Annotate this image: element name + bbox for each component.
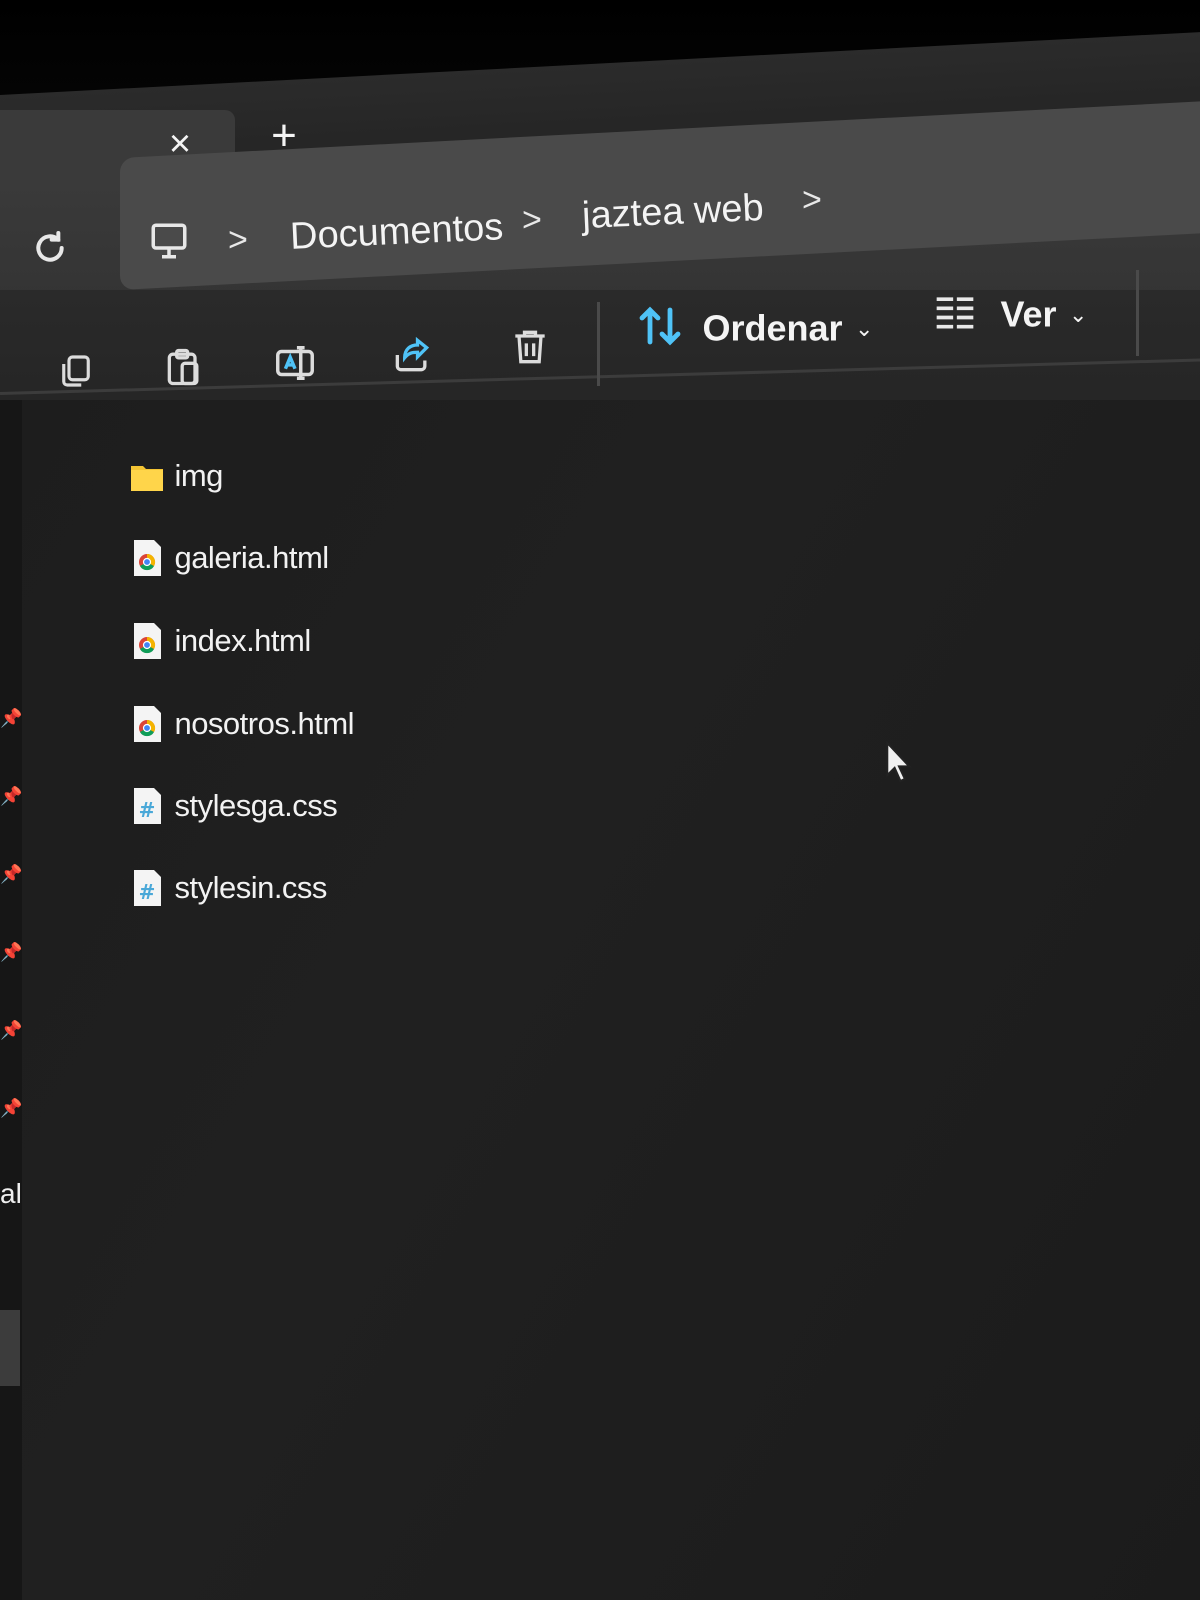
mouse-pointer-icon (884, 740, 914, 784)
svg-text:#: # (139, 880, 156, 904)
pin-icon[interactable]: 📌 (0, 942, 22, 964)
navigation-pane (0, 400, 24, 1600)
navpane-selected-item[interactable] (0, 1310, 20, 1386)
computer-icon[interactable] (148, 220, 192, 264)
folder-icon (130, 456, 164, 496)
list-item[interactable]: img (130, 456, 223, 508)
pin-icon[interactable]: 📌 (0, 786, 22, 808)
chrome-html-icon (130, 621, 164, 661)
chrome-html-icon (130, 704, 164, 744)
list-item[interactable]: index.html (130, 621, 311, 673)
css-file-icon: # (130, 786, 164, 826)
toolbar-separator (597, 302, 600, 386)
pin-icon[interactable]: 📌 (0, 708, 22, 730)
file-name: stylesga.css (174, 788, 338, 823)
file-name: index.html (174, 623, 311, 658)
svg-text:#: # (139, 798, 156, 822)
file-explorer-screen: × + > Documentos > jaztea web > Ordenar … (0, 0, 1200, 1600)
breadcrumb-separator: > (228, 221, 248, 259)
refresh-icon[interactable] (30, 228, 76, 274)
toolbar-separator (1136, 270, 1139, 356)
chrome-html-icon (130, 538, 164, 578)
sort-arrows-icon (636, 302, 684, 355)
list-item[interactable]: galeria.html (130, 538, 329, 590)
file-name: nosotros.html (174, 706, 355, 741)
file-name: stylesin.css (174, 870, 327, 905)
delete-icon[interactable] (508, 325, 558, 375)
breadcrumb-item-jaztea-web[interactable]: jaztea web (581, 186, 764, 238)
breadcrumb-separator: > (522, 201, 542, 239)
chevron-down-icon: ⌄ (854, 315, 874, 341)
sort-label: Ordenar (702, 307, 843, 349)
pin-icon[interactable]: 📌 (0, 864, 22, 886)
view-list-icon (930, 290, 980, 339)
css-file-icon: # (130, 868, 164, 908)
pin-icon[interactable]: 📌 (0, 1020, 22, 1042)
copy-icon[interactable] (55, 350, 105, 400)
file-name: img (174, 458, 223, 493)
breadcrumb-separator[interactable]: > (802, 180, 822, 220)
sort-button[interactable]: Ordenar ⌄ (636, 302, 873, 362)
list-item[interactable]: nosotros.html (130, 704, 355, 756)
pin-icon[interactable]: 📌 (0, 1098, 22, 1120)
list-item[interactable]: # stylesga.css (130, 786, 338, 838)
view-button[interactable]: Ver ⌄ (930, 290, 1087, 350)
list-item[interactable]: # stylesin.css (130, 868, 327, 920)
share-icon[interactable] (390, 333, 440, 383)
file-name: galeria.html (174, 540, 329, 575)
paste-icon[interactable] (162, 345, 212, 395)
view-label: Ver (1000, 293, 1057, 335)
rename-icon[interactable] (272, 340, 322, 390)
chevron-down-icon: ⌄ (1068, 301, 1088, 327)
